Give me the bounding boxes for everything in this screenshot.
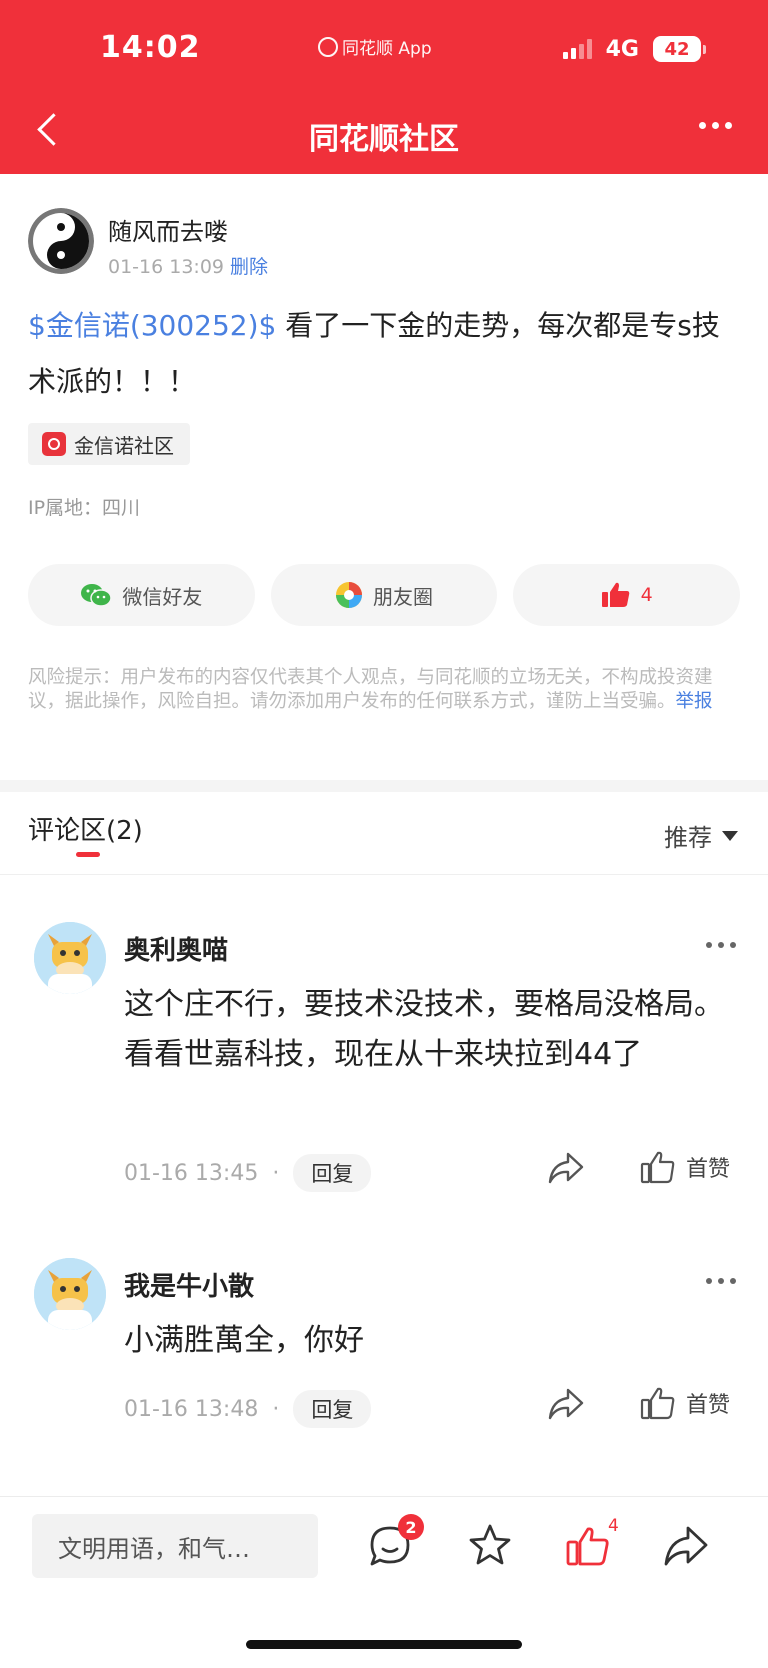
star-icon[interactable] [464, 1520, 516, 1572]
comment-time: 01-16 13:45 [124, 1160, 259, 1186]
comment-input[interactable]: 文明用语，和气… [32, 1514, 318, 1578]
commenter-name[interactable]: 我是牛小散 [124, 1266, 254, 1303]
comments-tab[interactable]: 评论区(2) [28, 810, 143, 847]
stock-link[interactable]: $金信诺(300252)$ [28, 309, 276, 342]
comments-divider [0, 874, 768, 875]
section-divider [0, 780, 768, 792]
ip-location: IP属地：四川 [28, 497, 141, 519]
comment-more-icon[interactable] [706, 942, 736, 948]
page-title: 同花顺社区 [309, 122, 459, 157]
caret-down-icon [722, 830, 738, 841]
share-wechat-button[interactable]: 微信好友 [28, 564, 255, 626]
post-like-button[interactable]: 4 [513, 564, 741, 626]
risk-notice: 风险提示：用户发布的内容仅代表其个人观点，与同花顺的立场无关，不构成投资建议，据… [28, 666, 740, 714]
moments-icon [336, 582, 362, 608]
report-link[interactable]: 举报 [676, 691, 713, 712]
share-wechat-label: 微信好友 [122, 584, 203, 609]
comment-time: 01-16 13:48 [124, 1396, 259, 1422]
share-moments-label: 朋友圈 [373, 584, 433, 609]
share-moments-button[interactable]: 朋友圈 [270, 564, 498, 626]
comment-more-icon[interactable] [706, 1278, 736, 1284]
comment-count-badge: 2 [398, 1514, 424, 1540]
post-time: 01-16 13:09 [108, 256, 225, 278]
post-content: $金信诺(300252)$ 看了一下金的走势，每次都是专s技术派的！！！ [28, 298, 740, 410]
community-tag[interactable]: 金信诺社区 [28, 423, 190, 465]
home-indicator [246, 1640, 522, 1649]
status-right: 4G 42 [562, 36, 706, 62]
thumbs-up-filled-icon [601, 582, 629, 607]
comment-share-icon[interactable] [546, 1150, 586, 1190]
delete-link[interactable]: 删除 [230, 256, 268, 278]
commenter-avatar[interactable] [34, 922, 106, 994]
wechat-icon [81, 584, 113, 607]
community-label: 金信诺社区 [74, 433, 174, 458]
battery-icon: 42 [653, 36, 706, 62]
like-icon[interactable] [562, 1520, 614, 1572]
reply-button[interactable]: 回复 [293, 1390, 372, 1428]
share-row: 微信好友 朋友圈 4 [28, 564, 741, 626]
battery-level: 42 [653, 36, 701, 62]
comment-footer: 01-16 13:45 · 回复 [124, 1154, 372, 1192]
comment-text: 小满胜萬全，你好 [124, 1323, 364, 1358]
sort-dropdown[interactable]: 推荐 [664, 818, 738, 853]
status-app-indicator: 同花顺 App [318, 34, 432, 59]
community-logo-icon [42, 432, 66, 456]
more-options-icon[interactable] [699, 122, 732, 129]
comment-text: 这个庄不行，要技术没技术，要格局没格局。看看世嘉科技，现在从十来块拉到44了 [124, 987, 724, 1072]
comment-like-label: 首赞 [686, 1157, 731, 1182]
signal-icon [562, 39, 592, 59]
comment-like-button[interactable]: 首赞 [640, 1386, 730, 1420]
comments-tab-indicator [76, 852, 100, 857]
thumbs-up-icon [640, 1387, 675, 1420]
sort-label: 推荐 [664, 824, 712, 852]
app-header: 14:02 同花顺 App 4G 42 同花顺社区 [0, 0, 768, 174]
post-meta: 01-16 13:09 删除 [108, 252, 268, 279]
bottom-bar-divider [0, 1496, 768, 1497]
app-logo-icon [318, 36, 338, 57]
comment-footer: 01-16 13:48 · 回复 [124, 1390, 372, 1428]
status-app-label: 同花顺 App [342, 39, 432, 59]
network-type: 4G [605, 36, 639, 62]
thumbs-up-icon [640, 1151, 675, 1184]
comment-like-button[interactable]: 首赞 [640, 1150, 730, 1184]
reply-button[interactable]: 回复 [293, 1154, 372, 1192]
post-like-count: 4 [640, 584, 653, 606]
comment-like-label: 首赞 [686, 1393, 731, 1418]
comment-share-icon[interactable] [546, 1386, 586, 1426]
commenter-name[interactable]: 奥利奥喵 [124, 930, 228, 967]
commenter-avatar[interactable] [34, 1258, 106, 1330]
status-time: 14:02 [100, 30, 201, 65]
risk-text: 风险提示：用户发布的内容仅代表其个人观点，与同花顺的立场无关，不构成投资建议，据… [28, 667, 713, 712]
bottom-like-count: 4 [608, 1516, 619, 1536]
share-icon[interactable] [660, 1520, 712, 1572]
author-avatar[interactable] [28, 208, 94, 274]
post-author-name[interactable]: 随风而去喽 [108, 212, 228, 247]
